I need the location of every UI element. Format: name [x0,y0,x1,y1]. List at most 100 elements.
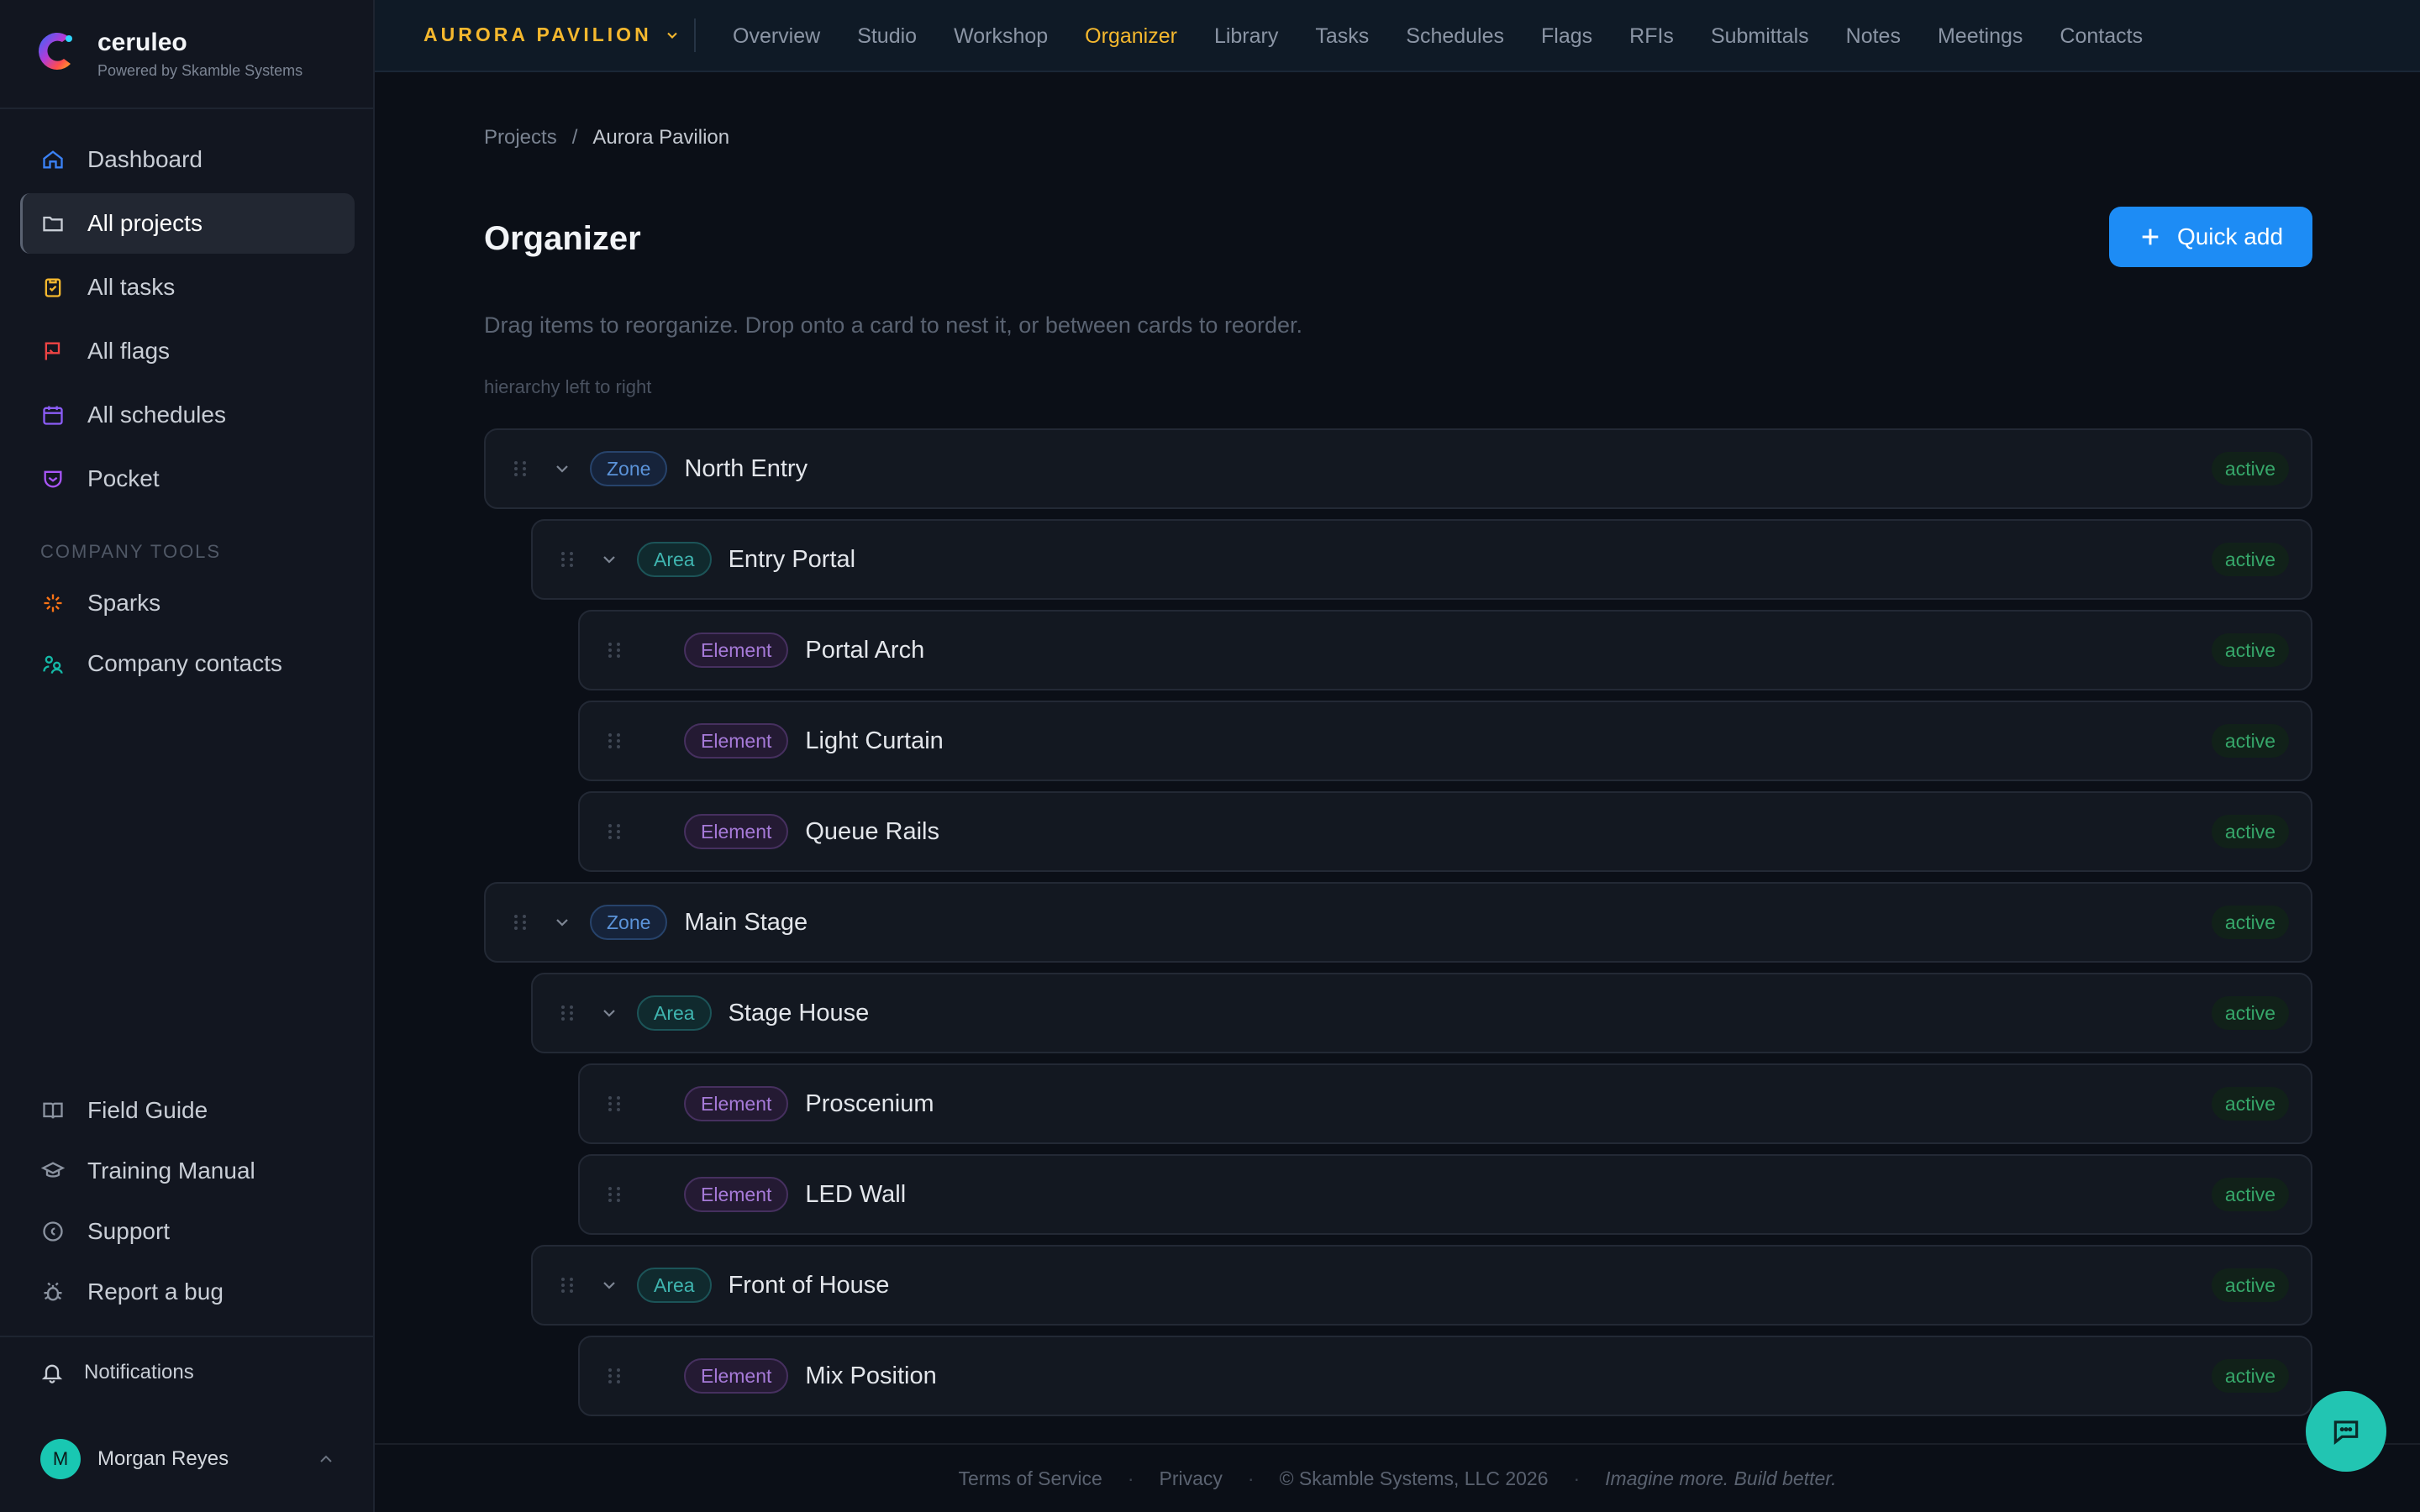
status-badge: active [2211,1268,2289,1302]
tab-contacts[interactable]: Contacts [2060,24,2143,49]
tab-rfis[interactable]: RFIs [1629,24,1674,49]
drag-handle-icon[interactable] [561,1005,576,1021]
quick-add-button[interactable]: Quick add [2109,207,2312,267]
type-badge: Zone [590,451,668,486]
breadcrumb: Projects / Aurora Pavilion [484,126,729,150]
row-title: Mix Position [805,1362,937,1389]
footer-copyright: © Skamble Systems, LLC 2026 [1279,1467,1549,1489]
plus-icon [2142,228,2159,245]
drag-handle-icon[interactable] [608,1368,623,1383]
tree-row-element[interactable]: Element Light Curtain active [578,701,2312,781]
tree-row-element[interactable]: Element Proscenium active [578,1063,2312,1144]
drag-handle-icon[interactable] [608,733,623,748]
drag-handle-icon[interactable] [608,1096,623,1111]
sidebar-item-label: Dashboard [87,146,203,172]
footer-tagline: Imagine more. Build better. [1605,1467,1837,1489]
status-badge: active [2211,906,2289,939]
footer-dot: · [1127,1467,1134,1489]
sidebar-item-label: All tasks [87,274,176,300]
status-badge: active [2211,633,2289,667]
drag-handle-icon[interactable] [561,1278,576,1293]
chevron-down-icon[interactable] [598,549,620,570]
drag-handle-icon[interactable] [608,643,623,658]
chevron-down-icon[interactable] [598,1002,620,1024]
tree-row-area[interactable]: Area Entry Portal active [531,519,2312,600]
type-badge: Element [684,1358,789,1394]
brand: ceruleo Powered by Skamble Systems [0,0,373,109]
tab-notes[interactable]: Notes [1846,24,1901,49]
tab-meetings[interactable]: Meetings [1938,24,2023,49]
footer: Terms of Service · Privacy · © Skamble S… [375,1443,2420,1512]
tree-row-zone[interactable]: Zone Main Stage active [484,882,2312,963]
tree-row-element[interactable]: Element Portal Arch active [578,610,2312,690]
breadcrumb-separator: / [571,126,578,149]
drag-handle-icon[interactable] [514,915,529,930]
tab-organizer[interactable]: Organizer [1085,24,1177,49]
tree-row-zone[interactable]: Zone North Entry active [484,428,2312,509]
drag-handle-icon[interactable] [608,1187,623,1202]
tab-overview[interactable]: Overview [733,24,820,49]
tab-studio[interactable]: Studio [857,24,917,49]
tree-row-element[interactable]: Element LED Wall active [578,1154,2312,1235]
project-switcher[interactable]: AURORA PAVILION [424,24,681,46]
organizer-tree: Zone North Entry active Area Entry Portal act… [0,428,2420,1443]
row-title: Portal Arch [805,636,925,664]
type-badge: Area [637,995,712,1031]
footer-terms-link[interactable]: Terms of Service [959,1467,1102,1490]
avatar: M [40,1439,81,1479]
tab-flags[interactable]: Flags [1541,24,1592,49]
chevron-down-icon[interactable] [598,1274,620,1296]
status-badge: active [2211,452,2289,486]
status-badge: active [2211,1359,2289,1393]
sidebar-item-dashboard[interactable]: Dashboard [20,129,355,190]
tree-row-element[interactable]: Element Mix Position active [578,1336,2312,1416]
sidebar-item-label: All projects [87,210,203,236]
tab-workshop[interactable]: Workshop [954,24,1048,49]
status-badge: active [2211,1087,2289,1121]
chevron-up-icon [320,1455,332,1462]
drag-handle-icon[interactable] [561,552,576,567]
quick-add-label: Quick add [2176,223,2284,249]
drag-handle-icon[interactable] [514,461,529,476]
status-badge: active [2211,815,2289,848]
breadcrumb-current: Aurora Pavilion [592,126,730,149]
status-badge: active [2211,724,2289,758]
flag-icon [40,339,66,364]
row-title: Stage House [728,999,870,1026]
chat-bubble-icon [2333,1420,2359,1445]
chevron-down-icon[interactable] [551,911,573,933]
footer-dot: · [1247,1467,1255,1489]
tab-tasks[interactable]: Tasks [1315,24,1369,49]
tab-submittals[interactable]: Submittals [1711,24,1809,49]
tree-row-element[interactable]: Element Queue Rails active [578,791,2312,872]
folder-icon [40,211,66,236]
brand-tagline: Powered by Skamble Systems [97,62,303,79]
row-title: North Entry [684,454,808,482]
chat-button[interactable] [2306,1391,2386,1472]
tab-schedules[interactable]: Schedules [1406,24,1504,49]
top-bar: AURORA PAVILION Overview Studio Workshop… [375,0,2420,72]
sidebar-item-all-tasks[interactable]: All tasks [20,257,355,318]
sidebar-item-all-projects[interactable]: All projects [20,193,355,254]
status-badge: active [2211,543,2289,576]
chevron-down-icon[interactable] [551,458,573,480]
type-badge: Area [637,542,712,577]
row-title: Light Curtain [805,727,944,754]
breadcrumb-projects[interactable]: Projects [484,126,557,150]
type-badge: Area [637,1268,712,1303]
tree-row-area[interactable]: Area Front of House active [531,1245,2312,1326]
sidebar-item-all-flags[interactable]: All flags [20,321,355,381]
project-tabs: Overview Studio Workshop Organizer Libra… [733,0,2180,72]
type-badge: Zone [590,905,668,940]
user-menu[interactable]: M Morgan Reyes [40,1438,336,1480]
sidebar-item-label: All schedules [87,402,226,428]
ceruleo-logo[interactable] [32,27,81,76]
tab-library[interactable]: Library [1214,24,1278,49]
home-icon [40,147,66,172]
tree-row-area[interactable]: Area Stage House active [531,973,2312,1053]
footer-privacy-link[interactable]: Privacy [1159,1467,1222,1490]
footer-dot: · [1573,1467,1581,1489]
status-badge: active [2211,1178,2289,1211]
drag-handle-icon[interactable] [608,824,623,839]
chevron-down-icon [666,32,677,39]
